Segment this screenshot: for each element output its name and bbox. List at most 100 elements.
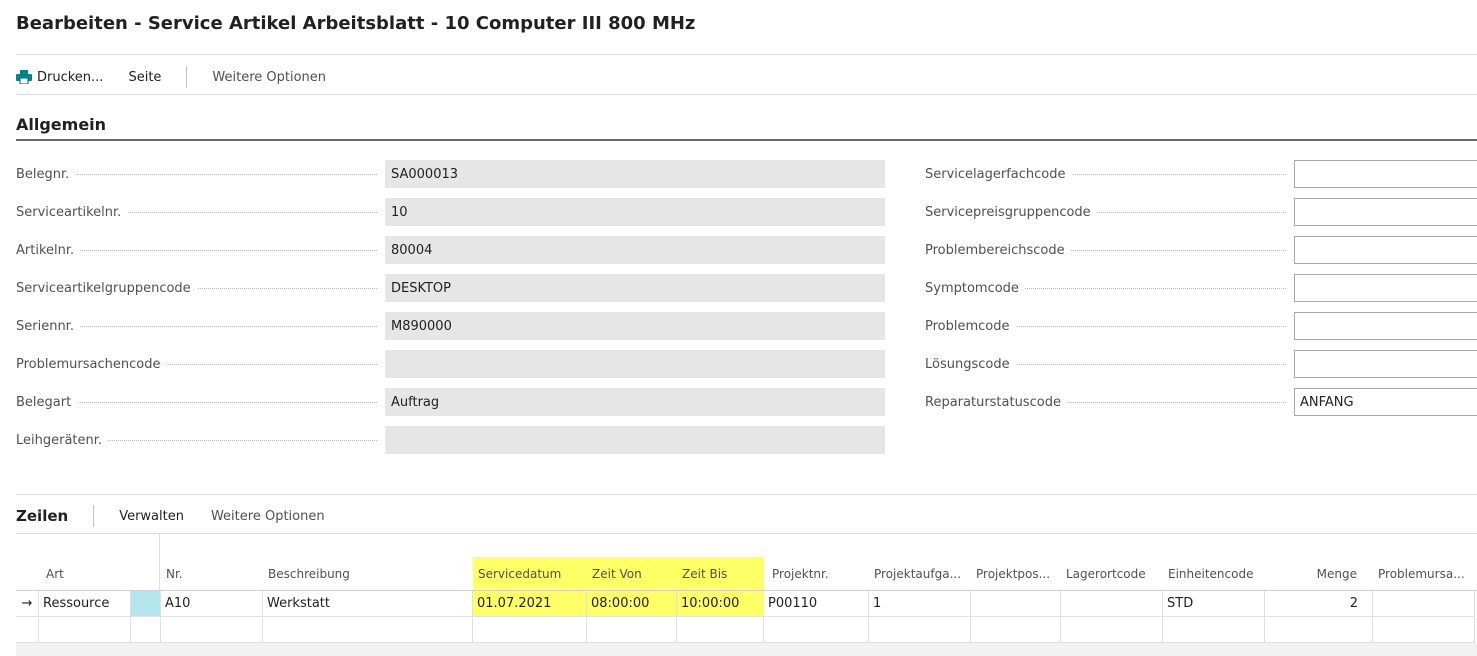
- col-header-lagerortcode[interactable]: Lagerortcode: [1061, 557, 1161, 590]
- field-label: Serviceartikelgruppencode: [16, 280, 197, 296]
- field-serviceartikelgruppencode: Serviceartikelgruppencode: [16, 274, 385, 302]
- col-header-zeit-bis[interactable]: Zeit Bis: [677, 557, 764, 590]
- cell-zeit-von[interactable]: [587, 617, 677, 643]
- problembereichscode-input[interactable]: [1294, 236, 1477, 264]
- page-menu-button[interactable]: Seite: [128, 70, 161, 85]
- field-servicelagerfachcode: Servicelagerfachcode: [925, 160, 1294, 188]
- field-label: Lösungscode: [925, 356, 1016, 372]
- row-selector[interactable]: [16, 617, 39, 643]
- cell-row-action[interactable]: [131, 617, 161, 643]
- field-label: Problemcode: [925, 318, 1016, 334]
- serviceartikelnr-value: 10: [385, 198, 885, 226]
- belegart-value: Auftrag: [385, 388, 885, 416]
- cell-zeit-bis[interactable]: 10:00:00: [677, 591, 764, 617]
- field-reparaturstatuscode: Reparaturstatuscode: [925, 388, 1294, 416]
- field-problemursachencode: Problemursachencode: [16, 350, 385, 378]
- cell-lagerortcode[interactable]: [1061, 591, 1163, 617]
- lines-more-options-button[interactable]: Weitere Optionen: [211, 509, 325, 524]
- problemursachencode-value: [385, 350, 885, 378]
- col-header-nr[interactable]: Nr.: [161, 557, 261, 590]
- col-header-projektaufgabe[interactable]: Projektaufga...: [869, 557, 969, 590]
- section-title-allgemein[interactable]: Allgemein: [16, 115, 106, 134]
- field-label: Belegnr.: [16, 166, 76, 182]
- cell-zeit-von[interactable]: 08:00:00: [587, 591, 677, 617]
- cell-projektaufgabe[interactable]: 1: [869, 591, 971, 617]
- field-label: Servicepreisgruppencode: [925, 204, 1097, 220]
- frozen-column-divider: [159, 534, 160, 590]
- belegnr-value: SA000013: [385, 160, 885, 188]
- field-servicepreisgruppencode: Servicepreisgruppencode: [925, 198, 1294, 226]
- col-header-zeit-von[interactable]: Zeit Von: [587, 557, 677, 590]
- cell-projektpos[interactable]: [971, 591, 1061, 617]
- col-header-projektnr[interactable]: Projektnr.: [767, 557, 867, 590]
- lines-toolbar-divider: [16, 533, 1477, 534]
- servicepreisgruppencode-input[interactable]: [1294, 198, 1477, 226]
- lines-separator: [93, 505, 95, 527]
- cell-lagerortcode[interactable]: [1061, 617, 1163, 643]
- cell-art[interactable]: [39, 617, 131, 643]
- cell-einheitencode[interactable]: STD: [1163, 591, 1265, 617]
- page-title: Bearbeiten - Service Artikel Arbeitsblat…: [16, 13, 696, 34]
- cell-projektpos[interactable]: [971, 617, 1061, 643]
- row-selector-arrow[interactable]: →: [16, 591, 39, 617]
- cell-projektnr[interactable]: P00110: [764, 591, 869, 617]
- col-header-beschreibung[interactable]: Beschreibung: [263, 557, 472, 590]
- section-underline: [16, 139, 1477, 141]
- field-artikelnr: Artikelnr.: [16, 236, 385, 264]
- lines-title[interactable]: Zeilen: [16, 507, 68, 525]
- col-header-projektpos[interactable]: Projektpos...: [971, 557, 1059, 590]
- serviceartikelgruppencode-value: DESKTOP: [385, 274, 885, 302]
- cell-projektnr[interactable]: [764, 617, 869, 643]
- cell-projektaufgabe[interactable]: [869, 617, 971, 643]
- cell-servicedatum[interactable]: 01.07.2021: [473, 591, 587, 617]
- action-bar: Drucken... Seite Weitere Optionen: [16, 66, 326, 88]
- grid-footer: [16, 643, 1477, 656]
- field-problembereichscode: Problembereichscode: [925, 236, 1294, 264]
- toolbar-separator: [186, 66, 188, 88]
- cell-row-action[interactable]: [131, 591, 161, 617]
- col-header-einheitencode[interactable]: Einheitencode: [1163, 557, 1263, 590]
- toolbar-divider: [16, 94, 1477, 95]
- col-header-servicedatum[interactable]: Servicedatum: [473, 557, 587, 590]
- cell-nr[interactable]: A10: [161, 591, 263, 617]
- servicelagerfachcode-input[interactable]: [1294, 160, 1477, 188]
- col-header-problemursache[interactable]: Problemursa...: [1373, 557, 1473, 590]
- print-label: Drucken...: [37, 69, 104, 85]
- col-header-menge[interactable]: Menge: [1265, 557, 1371, 590]
- cell-einheitencode[interactable]: [1163, 617, 1265, 643]
- cell-zeit-bis[interactable]: [677, 617, 764, 643]
- problemcode-input[interactable]: [1294, 312, 1477, 340]
- field-label: Seriennr.: [16, 318, 80, 334]
- seriennr-value: M890000: [385, 312, 885, 340]
- more-options-button[interactable]: Weitere Optionen: [212, 70, 326, 85]
- loesungscode-input[interactable]: [1294, 350, 1477, 378]
- field-label: Leihgerätenr.: [16, 432, 109, 448]
- field-serviceartikelnr: Serviceartikelnr.: [16, 198, 385, 226]
- field-belegnr: Belegnr.: [16, 160, 385, 188]
- field-label: Reparaturstatuscode: [925, 394, 1067, 410]
- cell-beschreibung[interactable]: Werkstatt: [263, 591, 473, 617]
- cell-nr[interactable]: [161, 617, 263, 643]
- cell-problemursache[interactable]: [1373, 617, 1475, 643]
- field-label: Problembereichscode: [925, 242, 1071, 258]
- cell-servicedatum[interactable]: [473, 617, 587, 643]
- cell-problemursache[interactable]: [1373, 591, 1475, 617]
- cell-menge[interactable]: 2: [1265, 591, 1373, 617]
- lines-top-divider: [16, 494, 1477, 495]
- field-label: Symptomcode: [925, 280, 1025, 296]
- cell-beschreibung[interactable]: [263, 617, 473, 643]
- cell-art[interactable]: Ressource: [39, 591, 131, 617]
- print-button[interactable]: Drucken...: [16, 70, 103, 85]
- reparaturstatuscode-input[interactable]: ANFANG: [1294, 388, 1477, 416]
- lines-action-bar: Zeilen Verwalten Weitere Optionen: [16, 504, 325, 528]
- artikelnr-value: 80004: [385, 236, 885, 264]
- manage-button[interactable]: Verwalten: [119, 509, 184, 524]
- field-leihgeraetenr: Leihgerätenr.: [16, 426, 385, 454]
- col-header-art[interactable]: Art: [41, 557, 131, 590]
- cell-menge[interactable]: [1265, 617, 1373, 643]
- title-divider: [16, 54, 1477, 55]
- field-label: Belegart: [16, 394, 78, 410]
- symptomcode-input[interactable]: [1294, 274, 1477, 302]
- field-belegart: Belegart: [16, 388, 385, 416]
- printer-icon: [16, 70, 32, 84]
